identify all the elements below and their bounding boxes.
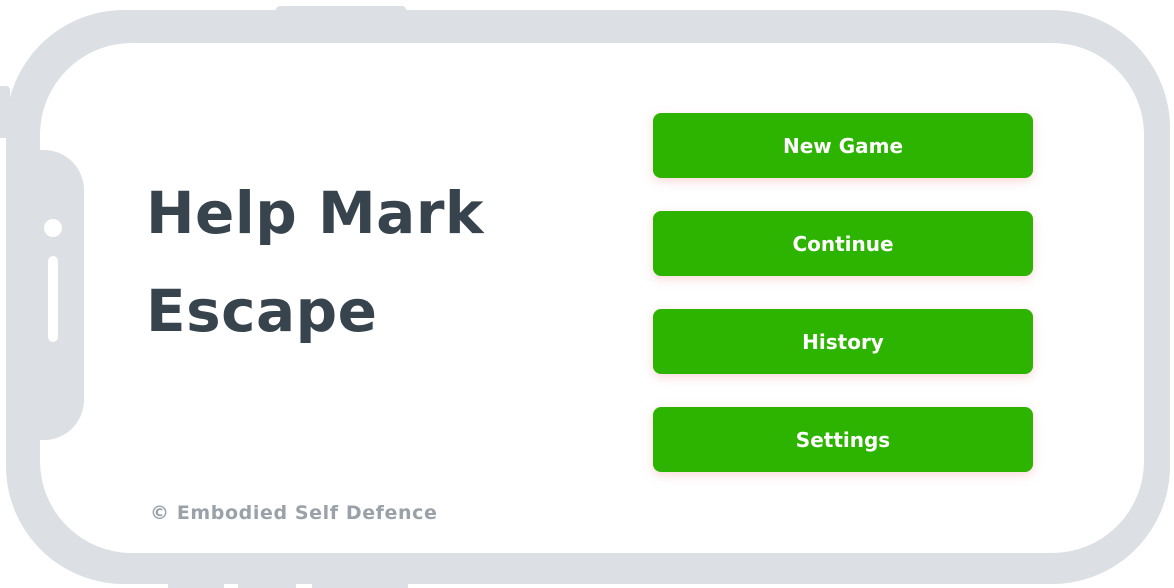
game-title-line-1: Help Mark: [146, 179, 484, 247]
settings-button[interactable]: Settings: [653, 407, 1033, 472]
game-title-line-2: Escape: [146, 277, 378, 345]
speaker-icon: [48, 256, 58, 342]
camera-icon: [44, 219, 62, 237]
history-button[interactable]: History: [653, 309, 1033, 374]
main-menu: New Game Continue History Settings: [653, 113, 1033, 472]
game-title: Help Mark Escape: [146, 164, 566, 360]
phone-notch: [40, 150, 84, 440]
game-stage: Help Mark Escape © Embodied Self Defence…: [0, 0, 1174, 588]
copyright-notice: © Embodied Self Defence: [150, 502, 438, 524]
new-game-button[interactable]: New Game: [653, 113, 1033, 178]
continue-button[interactable]: Continue: [653, 211, 1033, 276]
